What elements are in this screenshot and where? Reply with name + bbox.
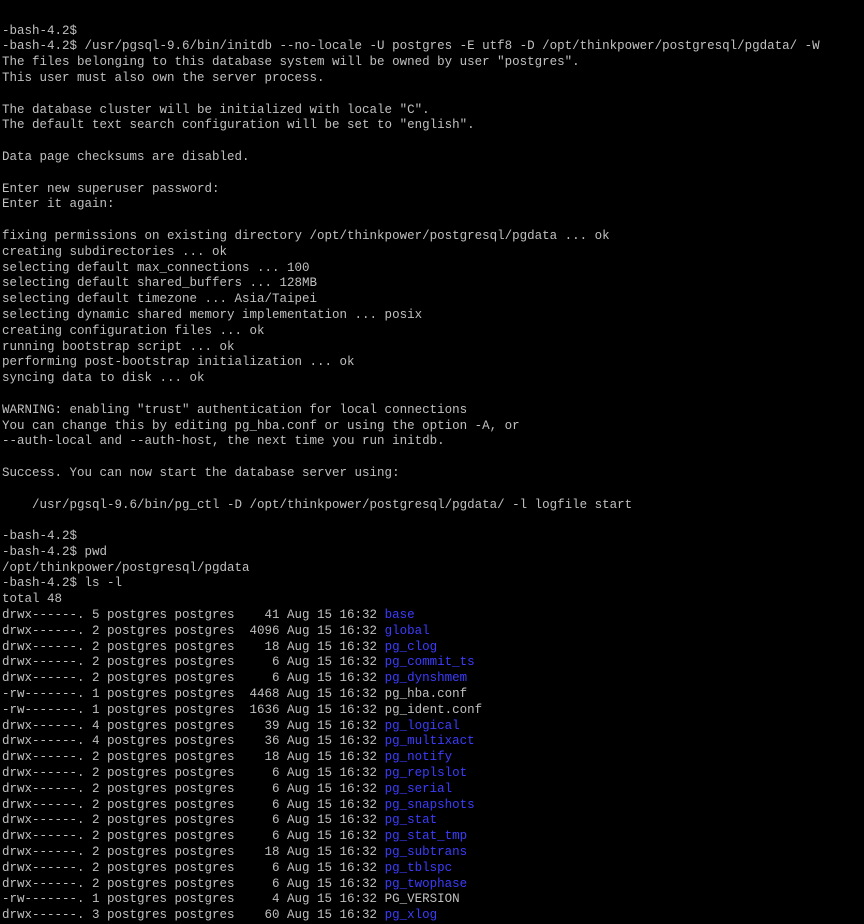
directory-name: pg_notify: [384, 750, 453, 765]
terminal-line: --auth-local and --auth-host, the next t…: [2, 434, 445, 449]
directory-name: pg_dynshmem: [384, 671, 468, 686]
terminal-line: Success. You can now start the database …: [2, 465, 400, 480]
directory-name: pg_tblspc: [384, 860, 453, 875]
terminal-line: /opt/thinkpower/postgresql/pgdata: [2, 560, 250, 575]
listing-attributes: drwx------. 5 postgres postgres 41 Aug 1…: [2, 608, 385, 623]
listing-row: drwx------. 2 postgres postgres 18 Aug 1…: [2, 845, 864, 861]
directory-name: pg_twophase: [384, 876, 468, 891]
terminal-line: -bash-4.2$: [2, 529, 78, 544]
terminal-line: performing post-bootstrap initialization…: [2, 355, 355, 370]
listing-row: drwx------. 2 postgres postgres 6 Aug 15…: [2, 861, 864, 877]
terminal-line: running bootstrap script ... ok: [2, 339, 235, 354]
directory-name: pg_stat_tmp: [384, 829, 468, 844]
listing-row: drwx------. 2 postgres postgres 6 Aug 15…: [2, 829, 864, 845]
listing-row: drwx------. 2 postgres postgres 6 Aug 15…: [2, 782, 864, 798]
listing-attributes: drwx------. 2 postgres postgres 6 Aug 15…: [2, 813, 385, 828]
terminal-line: total 48: [2, 592, 63, 607]
directory-name: global: [384, 623, 430, 638]
listing-attributes: drwx------. 2 postgres postgres 6 Aug 15…: [2, 797, 385, 812]
terminal-line: selecting default max_connections ... 10…: [2, 260, 310, 275]
terminal-line: Data page checksums are disabled.: [2, 149, 250, 164]
terminal-line: This user must also own the server proce…: [2, 70, 325, 85]
listing-attributes: drwx------. 2 postgres postgres 6 Aug 15…: [2, 781, 385, 796]
listing-attributes: drwx------. 2 postgres postgres 6 Aug 15…: [2, 860, 385, 875]
terminal-line: -bash-4.2$: [2, 23, 78, 38]
directory-name: pg_stat: [384, 813, 438, 828]
listing-row: drwx------. 2 postgres postgres 6 Aug 15…: [2, 798, 864, 814]
file-name: pg_ident.conf: [384, 702, 483, 717]
listing-attributes: drwx------. 2 postgres postgres 4096 Aug…: [2, 623, 385, 638]
listing-attributes: -rw-------. 1 postgres postgres 1636 Aug…: [2, 702, 385, 717]
listing-row: drwx------. 2 postgres postgres 6 Aug 15…: [2, 813, 864, 829]
terminal-output: -bash-4.2$ -bash-4.2$ /usr/pgsql-9.6/bin/…: [2, 24, 864, 924]
terminal-window[interactable]: -bash-4.2$ -bash-4.2$ /usr/pgsql-9.6/bin/…: [0, 0, 864, 924]
listing-row: drwx------. 4 postgres postgres 36 Aug 1…: [2, 734, 864, 750]
listing-row: drwx------. 2 postgres postgres 18 Aug 1…: [2, 750, 864, 766]
directory-name: pg_subtrans: [384, 845, 468, 860]
listing-attributes: -rw-------. 1 postgres postgres 4 Aug 15…: [2, 892, 385, 907]
listing-row: -rw-------. 1 postgres postgres 4 Aug 15…: [2, 892, 864, 908]
terminal-line: creating configuration files ... ok: [2, 323, 265, 338]
terminal-line: selecting default timezone ... Asia/Taip…: [2, 292, 318, 307]
terminal-line: -bash-4.2$ ls -l: [2, 576, 123, 591]
listing-attributes: drwx------. 2 postgres postgres 6 Aug 15…: [2, 829, 385, 844]
terminal-line: syncing data to disk ... ok: [2, 371, 205, 386]
listing-attributes: drwx------. 4 postgres postgres 36 Aug 1…: [2, 734, 385, 749]
directory-name: pg_clog: [384, 639, 438, 654]
listing-row: drwx------. 2 postgres postgres 4096 Aug…: [2, 624, 864, 640]
terminal-line: The database cluster will be initialized…: [2, 102, 430, 117]
directory-name: pg_multixact: [384, 734, 475, 749]
directory-name: pg_xlog: [384, 908, 438, 923]
listing-attributes: drwx------. 2 postgres postgres 18 Aug 1…: [2, 750, 385, 765]
terminal-line: Enter it again:: [2, 197, 115, 212]
listing-row: drwx------. 2 postgres postgres 6 Aug 15…: [2, 655, 864, 671]
terminal-line: creating subdirectories ... ok: [2, 244, 228, 259]
terminal-line: Enter new superuser password:: [2, 181, 220, 196]
directory-name: pg_logical: [384, 718, 460, 733]
terminal-line: WARNING: enabling "trust" authentication…: [2, 402, 468, 417]
terminal-line: You can change this by editing pg_hba.co…: [2, 418, 520, 433]
listing-row: -rw-------. 1 postgres postgres 4468 Aug…: [2, 687, 864, 703]
terminal-line: -bash-4.2$ pwd: [2, 544, 108, 559]
terminal-line: /usr/pgsql-9.6/bin/pg_ctl -D /opt/thinkp…: [2, 497, 633, 512]
listing-attributes: drwx------. 2 postgres postgres 18 Aug 1…: [2, 639, 385, 654]
terminal-line: The default text search configuration wi…: [2, 118, 475, 133]
directory-name: pg_commit_ts: [384, 655, 475, 670]
listing-row: drwx------. 2 postgres postgres 6 Aug 15…: [2, 766, 864, 782]
directory-name: pg_snapshots: [384, 797, 475, 812]
listing-row: -rw-------. 1 postgres postgres 1636 Aug…: [2, 703, 864, 719]
listing-attributes: drwx------. 2 postgres postgres 6 Aug 15…: [2, 671, 385, 686]
directory-name: pg_serial: [384, 781, 453, 796]
listing-attributes: drwx------. 2 postgres postgres 6 Aug 15…: [2, 766, 385, 781]
terminal-line: selecting default shared_buffers ... 128…: [2, 276, 318, 291]
terminal-line: -bash-4.2$ /usr/pgsql-9.6/bin/initdb --n…: [2, 39, 820, 54]
listing-row: drwx------. 4 postgres postgres 39 Aug 1…: [2, 719, 864, 735]
listing-attributes: -rw-------. 1 postgres postgres 4468 Aug…: [2, 687, 385, 702]
listing-row: drwx------. 3 postgres postgres 60 Aug 1…: [2, 908, 864, 924]
listing-row: drwx------. 2 postgres postgres 6 Aug 15…: [2, 877, 864, 893]
listing-row: drwx------. 5 postgres postgres 41 Aug 1…: [2, 608, 864, 624]
listing-attributes: drwx------. 2 postgres postgres 6 Aug 15…: [2, 655, 385, 670]
terminal-line: fixing permissions on existing directory…: [2, 228, 610, 243]
listing-row: drwx------. 2 postgres postgres 6 Aug 15…: [2, 671, 864, 687]
file-name: pg_hba.conf: [384, 687, 468, 702]
listing-attributes: drwx------. 4 postgres postgres 39 Aug 1…: [2, 718, 385, 733]
terminal-line: selecting dynamic shared memory implemen…: [2, 307, 423, 322]
listing-attributes: drwx------. 2 postgres postgres 6 Aug 15…: [2, 876, 385, 891]
terminal-line: The files belonging to this database sys…: [2, 55, 580, 70]
listing-attributes: drwx------. 2 postgres postgres 18 Aug 1…: [2, 845, 385, 860]
directory-name: pg_replslot: [384, 766, 468, 781]
listing-row: drwx------. 2 postgres postgres 18 Aug 1…: [2, 640, 864, 656]
file-name: PG_VERSION: [384, 892, 460, 907]
listing-attributes: drwx------. 3 postgres postgres 60 Aug 1…: [2, 908, 385, 923]
directory-name: base: [384, 608, 415, 623]
